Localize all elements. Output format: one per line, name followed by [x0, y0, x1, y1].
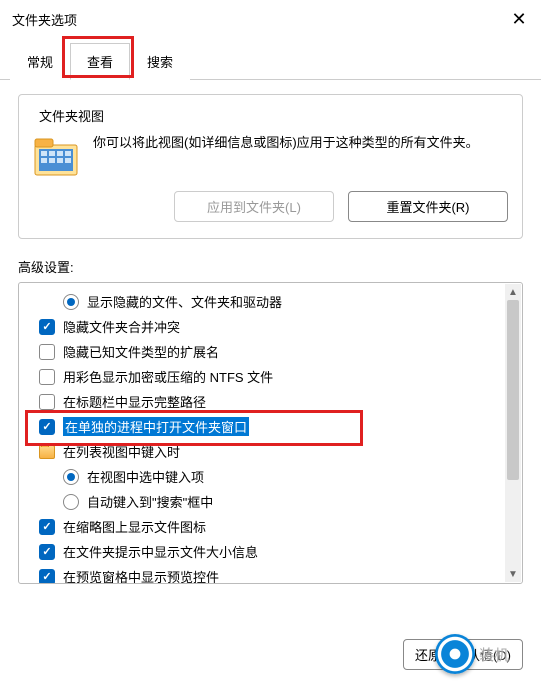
setting-label: 在文件夹提示中显示文件大小信息 [63, 542, 258, 561]
scroll-up-icon[interactable]: ▲ [505, 284, 521, 300]
setting-row[interactable]: ✓ 在预览窗格中显示预览控件 [27, 564, 514, 584]
checkbox[interactable]: ✓ [39, 544, 55, 560]
folderview-legend: 文件夹视图 [33, 106, 110, 125]
tab-bar: 常规 查看 搜索 [0, 34, 541, 80]
setting-label: 自动键入到"搜索"框中 [87, 492, 213, 511]
setting-row[interactable]: 在视图中选中键入项 [27, 464, 514, 489]
setting-label: 在单独的进程中打开文件夹窗口 [63, 417, 249, 436]
scrollbar[interactable]: ▲ ▼ [505, 284, 521, 582]
checkbox[interactable]: ✓ [39, 519, 55, 535]
content-area: 文件夹视图 你可以将此视图(如详细信息或图标)应用于这种类型的所有文件夹。 应用… [0, 80, 541, 598]
tab-general[interactable]: 常规 [10, 43, 70, 80]
setting-row[interactable]: 在标题栏中显示完整路径 [27, 389, 514, 414]
setting-row[interactable]: ✓ 在缩略图上显示文件图标 [27, 514, 514, 539]
folder-icon [33, 135, 79, 177]
checkbox[interactable] [39, 369, 55, 385]
window-title: 文件夹选项 [12, 10, 77, 29]
tab-search[interactable]: 搜索 [130, 43, 190, 80]
setting-row[interactable]: 自动键入到"搜索"框中 [27, 489, 514, 514]
checkbox[interactable]: ✓ [39, 569, 55, 585]
close-icon[interactable]: ✕ [509, 9, 529, 30]
titlebar: 文件夹选项 ✕ [0, 0, 541, 34]
radio[interactable] [63, 494, 79, 510]
setting-row[interactable]: ✓ 在单独的进程中打开文件夹窗口 [27, 414, 514, 439]
setting-row[interactable]: ✓ 在文件夹提示中显示文件大小信息 [27, 539, 514, 564]
advanced-settings-label: 高级设置: [18, 257, 523, 276]
scroll-thumb[interactable] [507, 300, 519, 480]
advanced-settings-list[interactable]: 显示隐藏的文件、文件夹和驱动器 ✓ 隐藏文件夹合并冲突隐藏已知文件类型的扩展名用彩色… [18, 282, 523, 584]
folderview-desc: 你可以将此视图(如详细信息或图标)应用于这种类型的所有文件夹。 [93, 133, 479, 153]
setting-row[interactable]: 用彩色显示加密或压缩的 NTFS 文件 [27, 364, 514, 389]
reset-folders-button[interactable]: 重置文件夹(R) [348, 191, 508, 222]
setting-label: 隐藏文件夹合并冲突 [63, 317, 180, 336]
checkbox[interactable] [39, 344, 55, 360]
setting-label: 在视图中选中键入项 [87, 467, 204, 486]
scroll-down-icon[interactable]: ▼ [505, 566, 521, 582]
setting-label: 显示隐藏的文件、文件夹和驱动器 [87, 292, 282, 311]
dialog-footer: 还原为默认值(D) [403, 639, 523, 670]
setting-row[interactable]: 隐藏已知文件类型的扩展名 [27, 339, 514, 364]
checkbox[interactable]: ✓ [39, 419, 55, 435]
setting-row[interactable]: 显示隐藏的文件、文件夹和驱动器 [27, 289, 514, 314]
tab-view[interactable]: 查看 [70, 43, 130, 80]
restore-defaults-button[interactable]: 还原为默认值(D) [403, 639, 523, 670]
setting-label: 在标题栏中显示完整路径 [63, 392, 206, 411]
folderview-group: 文件夹视图 你可以将此视图(如详细信息或图标)应用于这种类型的所有文件夹。 应用… [18, 94, 523, 239]
radio[interactable] [63, 469, 79, 485]
apply-to-folders-button: 应用到文件夹(L) [174, 191, 334, 222]
setting-label: 在列表视图中键入时 [63, 442, 180, 461]
setting-label: 隐藏已知文件类型的扩展名 [63, 342, 219, 361]
checkbox[interactable]: ✓ [39, 319, 55, 335]
radio[interactable] [63, 294, 79, 310]
setting-label: 在缩略图上显示文件图标 [63, 517, 206, 536]
folder-icon [39, 445, 55, 459]
setting-label: 在预览窗格中显示预览控件 [63, 567, 219, 584]
setting-row[interactable]: 在列表视图中键入时 [27, 439, 514, 464]
setting-row[interactable]: ✓ 隐藏文件夹合并冲突 [27, 314, 514, 339]
checkbox[interactable] [39, 394, 55, 410]
setting-label: 用彩色显示加密或压缩的 NTFS 文件 [63, 367, 273, 386]
